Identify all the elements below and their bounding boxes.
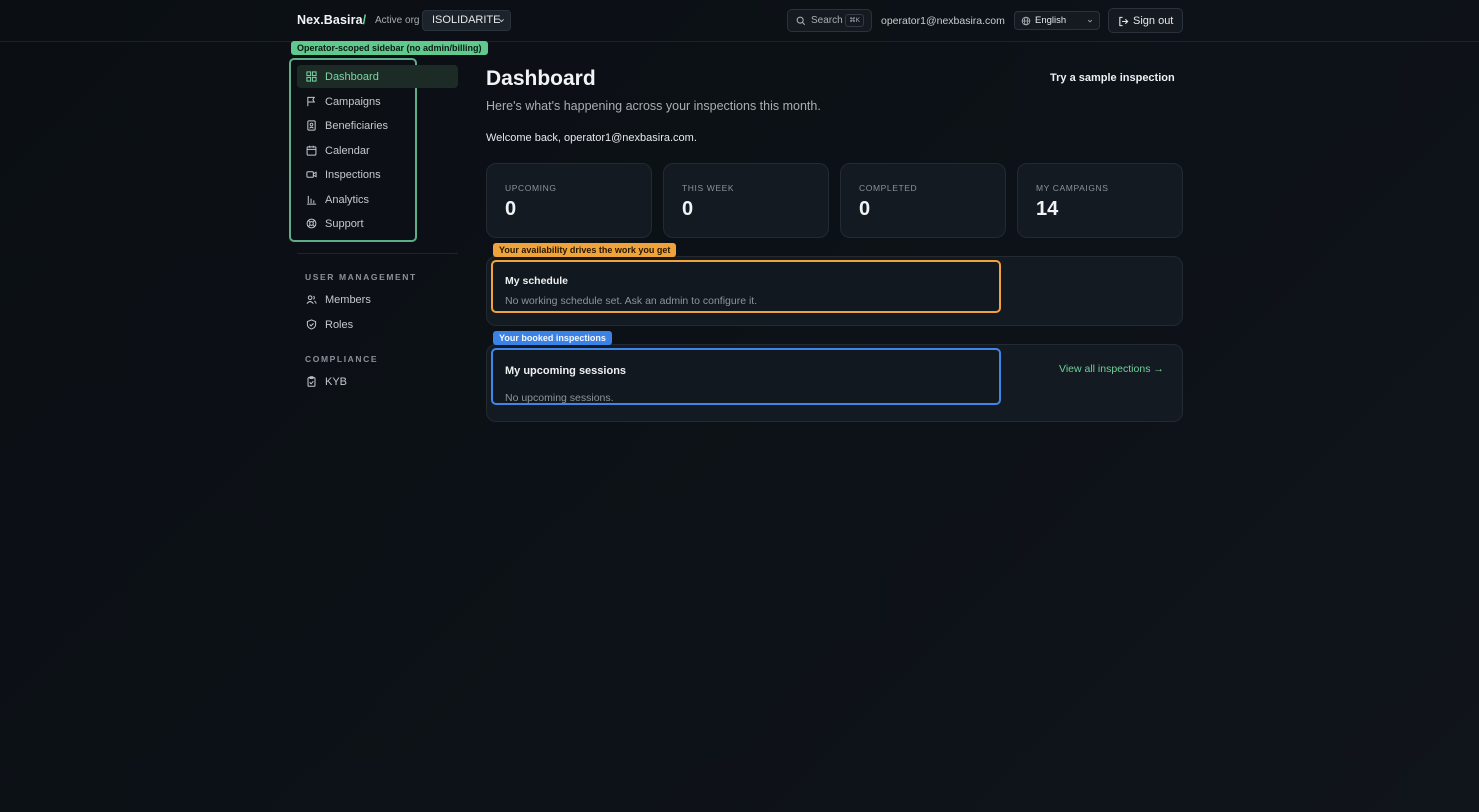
section-label-user-management: USER MANAGEMENT (305, 272, 417, 282)
sidebar-item-analytics[interactable]: Analytics (297, 188, 458, 211)
sidebar-item-label: Support (325, 218, 364, 230)
welcome-message: Welcome back, operator1@nexbasira.com. (486, 132, 697, 144)
top-bar: Nex.Basira/ Active org ISOLIDARITE Searc… (0, 0, 1479, 42)
sidebar-divider (297, 253, 458, 254)
sidebar-item-calendar[interactable]: Calendar (297, 139, 458, 162)
shield-icon (306, 318, 317, 330)
sidebar-item-members[interactable]: Members (297, 288, 458, 311)
video-icon (306, 171, 317, 178)
brand-logo[interactable]: Nex.Basira/ (297, 13, 366, 27)
sidebar-item-label: Calendar (325, 144, 370, 157)
brand-name: Nex.Basira (297, 13, 363, 27)
schedule-annotation: Your availability drives the work you ge… (493, 243, 677, 257)
sidebar-annotation: Operator-scoped sidebar (no admin/billin… (291, 41, 488, 55)
sidebar-item-label: Roles (325, 318, 354, 331)
lifebuoy-icon (306, 218, 317, 229)
sign-out-icon (1119, 16, 1129, 27)
sidebar-nav: Dashboard Campaigns Beneficiaries Calend… (297, 65, 458, 237)
sidebar-item-label: Analytics (325, 193, 370, 206)
search-shortcut: ⌘K (845, 14, 864, 27)
language-value: English (1035, 15, 1067, 26)
sidebar-item-support[interactable]: Support (297, 212, 458, 235)
sidebar-item-campaigns[interactable]: Campaigns (297, 90, 458, 113)
users-icon (306, 295, 317, 304)
calendar-icon (306, 145, 317, 156)
id-badge-icon (307, 120, 316, 131)
globe-icon (1021, 16, 1031, 26)
sidebar-item-label: KYB (325, 376, 348, 388)
page-subtitle: Here's what's happening across your insp… (486, 99, 821, 113)
language-select[interactable]: English (1014, 11, 1100, 30)
chevron-down-icon (499, 19, 504, 23)
compliance-nav: KYB (297, 370, 458, 395)
sessions-empty-text: No upcoming sessions. (505, 392, 614, 404)
sidebar-item-label: Beneficiaries (325, 120, 388, 132)
user-email: operator1@nexbasira.com (881, 15, 1005, 27)
sidebar-item-roles[interactable]: Roles (297, 313, 458, 336)
sidebar-item-dashboard[interactable]: Dashboard (297, 65, 458, 88)
try-sample-inspection-button[interactable]: Try a sample inspection (1050, 72, 1175, 84)
schedule-empty-text: No working schedule set. Ask an admin to… (505, 295, 758, 307)
sidebar-item-label: Campaigns (325, 95, 381, 108)
stat-value: 0 (682, 198, 694, 220)
brand-slash: / (362, 13, 367, 27)
grid-icon (306, 71, 317, 82)
stat-label: UPCOMING (505, 183, 557, 193)
schedule-title: My schedule (505, 275, 569, 287)
search-label: Search (811, 15, 843, 26)
sidebar-item-label: Members (325, 294, 371, 306)
stat-card-this-week: THIS WEEK 0 (663, 163, 829, 238)
org-select[interactable]: ISOLIDARITE (422, 10, 511, 31)
stat-label: COMPLETED (859, 183, 918, 193)
search-button[interactable]: Search ⌘K (787, 9, 872, 32)
stat-value: 0 (505, 198, 517, 220)
chevron-down-icon (1087, 19, 1093, 23)
user-management-nav: Members Roles (297, 288, 458, 337)
sidebar-item-label: Inspections (325, 169, 381, 181)
page-title: Dashboard (486, 67, 596, 90)
stat-card-my-campaigns: MY CAMPAIGNS 14 (1017, 163, 1183, 238)
sidebar-item-inspections[interactable]: Inspections (297, 163, 458, 186)
sessions-title: My upcoming sessions (505, 365, 627, 377)
clipboard-check-icon (307, 376, 316, 387)
stat-card-completed: COMPLETED 0 (840, 163, 1006, 238)
stat-label: THIS WEEK (682, 183, 735, 193)
sessions-annotation: Your booked inspections (493, 331, 612, 345)
active-org-label: Active org (375, 15, 420, 26)
stat-value: 0 (859, 198, 871, 220)
view-all-inspections-link[interactable]: View all inspections → (1059, 363, 1164, 375)
sign-out-label: Sign out (1133, 15, 1174, 27)
sidebar-item-beneficiaries[interactable]: Beneficiaries (297, 114, 458, 137)
stat-label: MY CAMPAIGNS (1036, 183, 1109, 193)
org-select-value: ISOLIDARITE (432, 14, 501, 26)
sidebar-item-kyb[interactable]: KYB (297, 370, 458, 393)
search-icon (796, 16, 806, 26)
flag-icon (307, 96, 316, 106)
sign-out-button[interactable]: Sign out (1108, 8, 1183, 33)
schedule-highlight-box: My schedule No working schedule set. Ask… (491, 260, 1001, 313)
stat-card-upcoming: UPCOMING 0 (486, 163, 652, 238)
sessions-highlight-box: My upcoming sessions No upcoming session… (491, 348, 1001, 405)
stat-value: 14 (1036, 198, 1059, 220)
sidebar-item-label: Dashboard (325, 71, 379, 83)
bar-chart-icon (306, 195, 317, 205)
section-label-compliance: COMPLIANCE (305, 354, 379, 364)
